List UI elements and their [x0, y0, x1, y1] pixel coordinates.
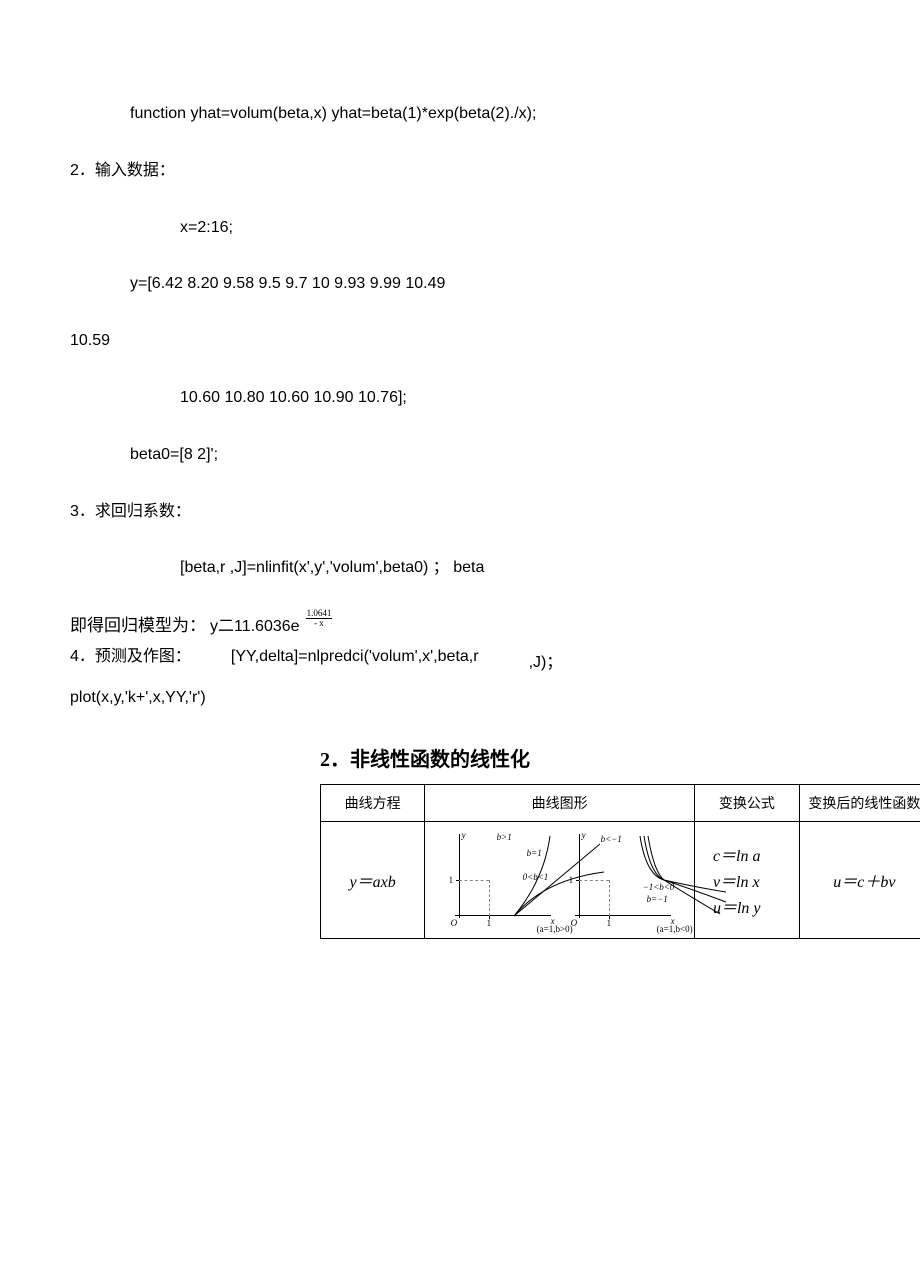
label-b-lt-m1: b<−1: [601, 834, 622, 844]
graph-negative-b: y x O 1 1 b<−1 −1<b<0 b=−: [565, 830, 675, 930]
section-4-heading: 4．预测及作图：: [70, 642, 191, 666]
model-exponent: 1.0641 - x: [306, 609, 333, 628]
table-row: y＝axb y x O 1 1: [321, 821, 920, 938]
tick-1-y: 1: [449, 875, 454, 885]
th-linear: 变换后的线性函数: [799, 784, 920, 821]
cell-equation: y＝axb: [321, 821, 425, 938]
origin-label: O: [451, 918, 458, 928]
label-b-eq-1: b=1: [527, 848, 542, 858]
code-line-y3: 10.60 10.80 10.60 10.90 10.76];: [70, 384, 850, 413]
tick-1-y: 1: [569, 875, 574, 885]
regression-model-line: 即得回归模型为： y二11.6036e 1.0641 - x: [70, 611, 850, 636]
model-prefix: 即得回归模型为：: [70, 611, 206, 636]
caption-g2: (a=1,b<0): [620, 924, 730, 934]
code-line-nlpredci-tail: ,J)；: [529, 648, 563, 672]
label-b-m1-0: −1<b<0: [643, 882, 675, 892]
subsection-title: 2．非线性函数的线性化: [320, 743, 850, 772]
graph-positive-b: y x O 1 1 b>1 b=1 0<b<1: [445, 830, 555, 930]
code-line-plot: plot(x,y,'k+',x,YY,'r'): [70, 684, 850, 713]
axis-y-label: y: [462, 830, 466, 840]
tick-1-x: 1: [487, 918, 492, 928]
linearization-table: 曲线方程 曲线图形 变换公式 变换后的线性函数 y＝axb y x O 1 1: [320, 784, 920, 939]
th-transform: 变换公式: [694, 784, 799, 821]
code-line-function: function yhat=volum(beta,x) yhat=beta(1)…: [70, 100, 850, 129]
label-b-gt-1: b>1: [497, 832, 512, 842]
model-exp-x: - x: [314, 619, 324, 628]
origin-label: O: [571, 918, 578, 928]
code-line-nlinfit: [beta,r ,J]=nlinfit(x',y','volum',beta0)…: [70, 554, 850, 583]
tick-1-x: 1: [607, 918, 612, 928]
th-equation: 曲线方程: [321, 784, 425, 821]
code-line-y2: 10.59: [70, 327, 850, 356]
label-b-eq-m1: b=−1: [647, 894, 668, 904]
code-line-y1: y=[6.42 8.20 9.58 9.5 9.7 10 9.93 9.99 1…: [70, 270, 850, 299]
model-body: y二11.6036e: [210, 612, 300, 636]
section-2-heading: 2．输入数据：: [70, 157, 850, 186]
cell-graphs: y x O 1 1 b>1 b=1 0<b<1: [425, 821, 695, 938]
code-line-x: x=2:16;: [70, 214, 850, 243]
curves-icon: [620, 830, 730, 930]
cell-linear: u＝c＋bv: [799, 821, 920, 938]
axis-y-label: y: [582, 830, 586, 840]
label-b-0-1: 0<b<1: [523, 872, 549, 882]
section-3-heading: 3．求回归系数：: [70, 498, 850, 527]
code-line-beta0: beta0=[8 2]';: [70, 441, 850, 470]
code-line-nlpredci: [YY,delta]=nlpredci('volum',x',beta,r: [231, 648, 479, 672]
table-header-row: 曲线方程 曲线图形 变换公式 变换后的线性函数: [321, 784, 920, 821]
th-graph: 曲线图形: [425, 784, 695, 821]
section-4-row: 4．预测及作图： [YY,delta]=nlpredci('volum',x',…: [70, 642, 850, 672]
